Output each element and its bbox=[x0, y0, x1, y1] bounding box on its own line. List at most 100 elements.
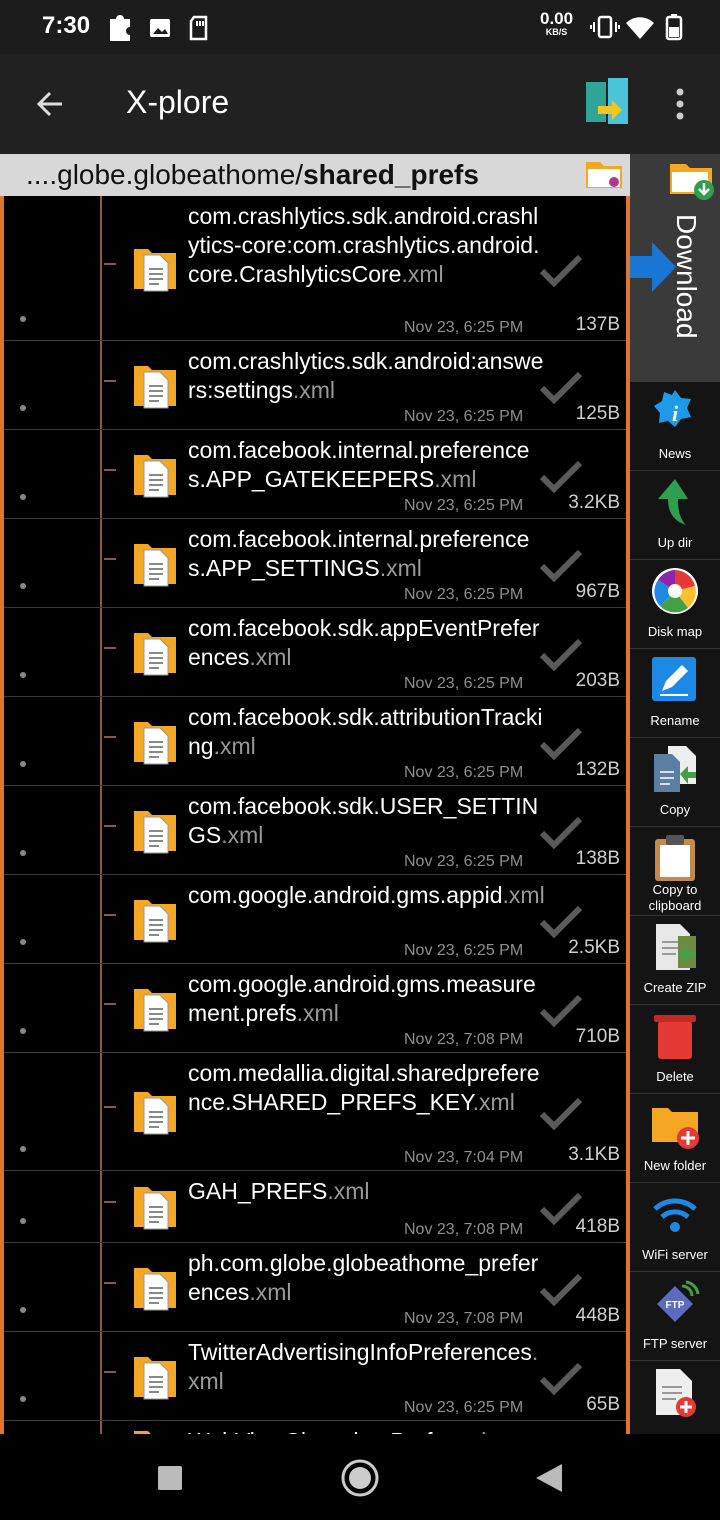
puzzle-icon bbox=[110, 15, 130, 41]
file-name: com.google.android.gms.appid.xml bbox=[188, 881, 546, 910]
tool-label: Copy bbox=[659, 802, 691, 817]
file-size: 132B bbox=[575, 759, 620, 780]
folder-icon[interactable] bbox=[584, 156, 624, 192]
file-row[interactable]: com.facebook.internal.preferences.APP_SE… bbox=[4, 519, 626, 608]
file-name: TwitterAdvertisingInfoPreferences.xml bbox=[188, 1338, 546, 1396]
file-size: 137B bbox=[575, 314, 620, 335]
download-label: Download bbox=[671, 214, 702, 339]
row-marker bbox=[20, 405, 26, 411]
tool-ftp-server[interactable]: FTP FTP server bbox=[630, 1272, 720, 1361]
up-dir-icon bbox=[658, 479, 688, 525]
select-checkmark-icon[interactable] bbox=[538, 1361, 584, 1397]
select-checkmark-icon[interactable] bbox=[538, 370, 584, 406]
tool-wifi-server[interactable]: WiFi server bbox=[630, 1183, 720, 1272]
file-row[interactable]: com.google.android.gms.measurement.prefs… bbox=[4, 964, 626, 1053]
dual-pane-icon[interactable] bbox=[584, 76, 630, 130]
file-row[interactable]: com.facebook.sdk.appEventPreferences.xml… bbox=[4, 608, 626, 697]
select-checkmark-icon[interactable] bbox=[538, 1191, 584, 1227]
select-checkmark-icon[interactable] bbox=[538, 1096, 584, 1132]
file-row[interactable]: com.crashlytics.sdk.android.crashlytics-… bbox=[4, 196, 626, 341]
tool-delete[interactable]: Delete bbox=[630, 1005, 720, 1094]
file-date: Nov 23, 6:25 PM bbox=[404, 764, 524, 781]
new-file-icon bbox=[656, 1369, 696, 1417]
file-row[interactable]: ph.com.globe.globeathome_preferences.xml… bbox=[4, 1243, 626, 1332]
file-row[interactable]: com.crashlytics.sdk.android:answers:sett… bbox=[4, 341, 626, 430]
tree-branch bbox=[104, 1106, 116, 1108]
file-basename: com.crashlytics.sdk.android.crashlytics-… bbox=[188, 203, 540, 287]
file-extension: .xml bbox=[379, 555, 422, 581]
app-bar: X-plore bbox=[0, 54, 720, 154]
copy-icon bbox=[654, 746, 696, 792]
file-date: Nov 23, 6:25 PM bbox=[404, 942, 524, 959]
file-row[interactable]: WebViewChromiumPrefs.xml bbox=[4, 1421, 626, 1434]
tool-zip[interactable]: Create ZIP bbox=[630, 916, 720, 1005]
tree-branch bbox=[104, 379, 116, 382]
file-size: 3.1KB bbox=[568, 1144, 620, 1165]
home-icon[interactable] bbox=[340, 1458, 380, 1498]
select-checkmark-icon[interactable] bbox=[538, 726, 584, 762]
back-arrow-icon[interactable] bbox=[30, 84, 70, 124]
tool-copy[interactable]: Copy bbox=[630, 738, 720, 827]
nav-back-icon[interactable] bbox=[534, 1462, 564, 1494]
tool-disk-map[interactable]: Disk map bbox=[630, 560, 720, 649]
xml-file-icon bbox=[134, 1187, 176, 1230]
file-extension: .xml bbox=[213, 733, 256, 759]
file-row[interactable]: com.facebook.internal.preferences.APP_GA… bbox=[4, 430, 626, 519]
file-basename: com.google.android.gms.appid bbox=[188, 882, 503, 908]
tool-rename[interactable]: Rename bbox=[630, 649, 720, 738]
select-checkmark-icon[interactable] bbox=[538, 459, 584, 495]
file-size: 203B bbox=[575, 670, 620, 691]
select-checkmark-icon[interactable] bbox=[538, 815, 584, 851]
tool-label: Copy to clipboard bbox=[648, 882, 702, 913]
status-bar: 7:30 0.00 KB/S bbox=[0, 0, 720, 54]
file-name: com.crashlytics.sdk.android.crashlytics-… bbox=[188, 202, 546, 289]
file-row[interactable]: GAH_PREFS.xml Nov 23, 7:08 PM 418B bbox=[4, 1171, 626, 1243]
select-checkmark-icon[interactable] bbox=[538, 253, 584, 289]
file-extension: .xml bbox=[401, 261, 444, 287]
file-row[interactable]: com.google.android.gms.appid.xml Nov 23, … bbox=[4, 875, 626, 964]
select-checkmark-icon[interactable] bbox=[538, 637, 584, 673]
file-basename: com.facebook.sdk.appEventPreferences bbox=[188, 615, 540, 670]
file-row[interactable]: com.facebook.sdk.attributionTracking.xml… bbox=[4, 697, 626, 786]
xml-file-icon bbox=[134, 1267, 176, 1310]
tool-label: Disk map bbox=[647, 624, 703, 639]
tool-label: Create ZIP bbox=[643, 980, 707, 995]
file-date: Nov 23, 6:25 PM bbox=[404, 1399, 524, 1416]
row-marker bbox=[20, 1307, 26, 1313]
recents-icon[interactable] bbox=[156, 1464, 184, 1492]
tree-branch bbox=[104, 824, 116, 827]
tool-clipboard[interactable]: Copy to clipboard bbox=[630, 827, 720, 916]
tree-branch bbox=[104, 262, 116, 265]
file-list[interactable]: com.crashlytics.sdk.android.crashlytics-… bbox=[0, 196, 630, 1434]
file-date: Nov 23, 7:04 PM bbox=[404, 1149, 524, 1166]
select-checkmark-icon[interactable] bbox=[538, 548, 584, 584]
sd-card-icon bbox=[189, 15, 208, 41]
row-marker bbox=[20, 583, 26, 589]
ftp-server-icon: FTP bbox=[657, 1280, 700, 1322]
new-folder-icon bbox=[652, 1108, 699, 1149]
file-row[interactable]: com.facebook.sdk.USER_SETTINGS.xml Nov 23… bbox=[4, 786, 626, 875]
tool-new-folder[interactable]: New folder bbox=[630, 1094, 720, 1183]
tree-branch bbox=[104, 1002, 116, 1005]
more-options-icon[interactable] bbox=[664, 84, 696, 124]
select-checkmark-icon[interactable] bbox=[538, 904, 584, 940]
download-tab[interactable]: Download bbox=[630, 154, 720, 382]
file-row[interactable]: com.medallia.digital.sharedpreference.SH… bbox=[4, 1053, 626, 1171]
news-icon: i bbox=[654, 390, 691, 427]
file-row[interactable]: TwitterAdvertisingInfoPreferences.xml Nov… bbox=[4, 1332, 626, 1421]
file-extension: .xml bbox=[472, 1089, 515, 1115]
tree-branch bbox=[104, 1370, 116, 1373]
path-prefix: ....globe.globeathome/ bbox=[26, 159, 304, 190]
tool-news[interactable]: i News bbox=[630, 382, 720, 471]
path-bar[interactable]: ....globe.globeathome/shared_prefs bbox=[0, 154, 630, 196]
tool-up-dir[interactable]: Up dir bbox=[630, 471, 720, 560]
row-marker bbox=[20, 1028, 26, 1034]
disk-map-icon bbox=[652, 568, 698, 614]
file-name: com.facebook.sdk.USER_SETTINGS.xml bbox=[188, 792, 546, 850]
select-checkmark-icon[interactable] bbox=[538, 1272, 584, 1308]
row-marker bbox=[20, 939, 26, 945]
select-checkmark-icon[interactable] bbox=[538, 993, 584, 1029]
file-size: 710B bbox=[575, 1026, 620, 1047]
tool-label: New folder bbox=[643, 1158, 707, 1173]
file-extension: .xml bbox=[249, 1279, 292, 1305]
